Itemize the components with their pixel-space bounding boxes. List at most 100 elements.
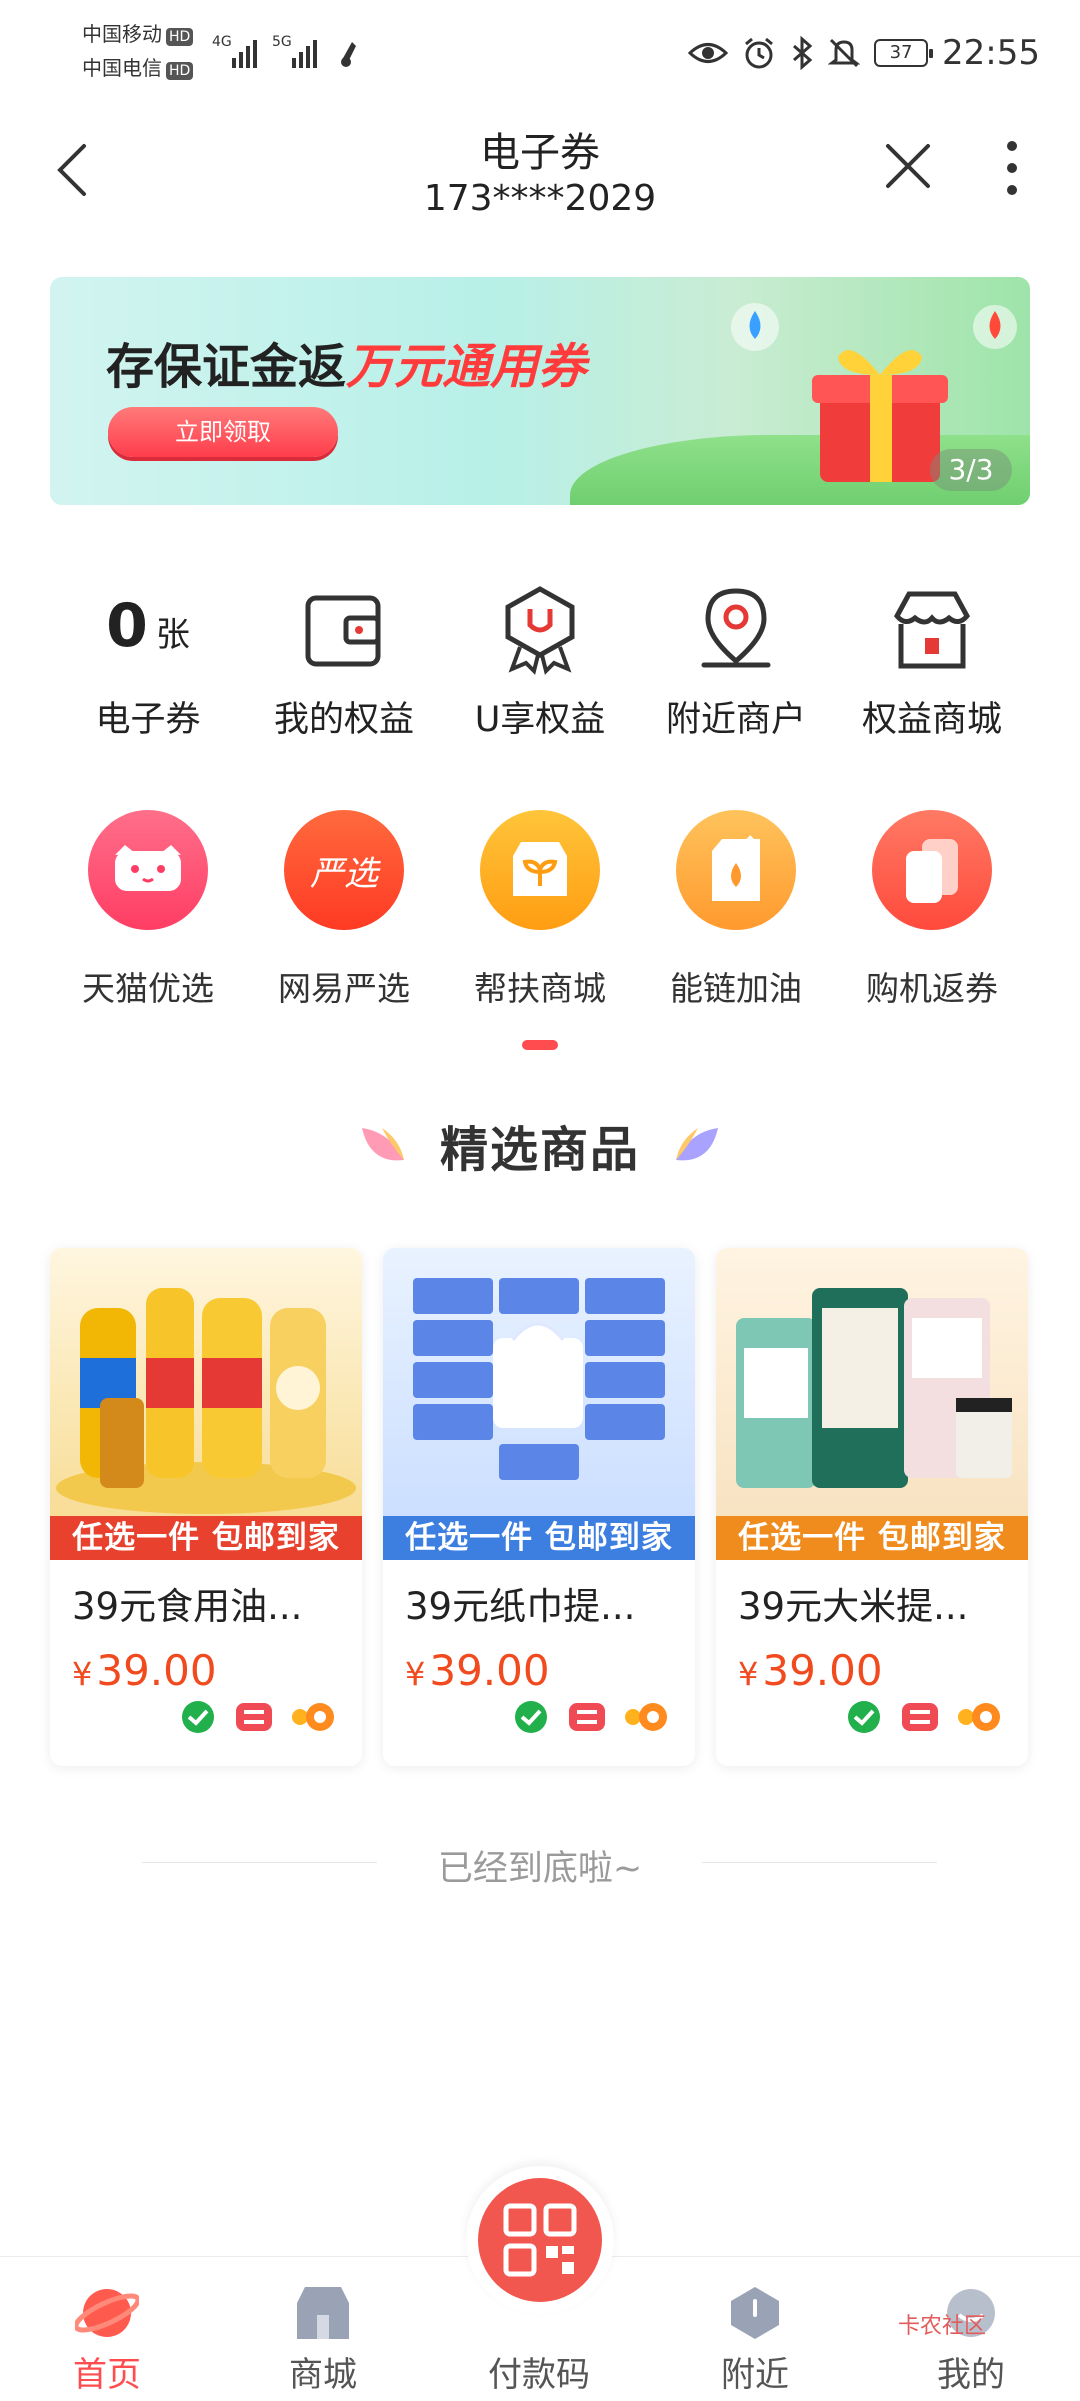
nearby-icon	[731, 2287, 779, 2339]
alarm-icon	[745, 37, 773, 69]
left-leaf-icon	[362, 1128, 404, 1161]
product-image: 任选一件 包邮到家	[383, 1248, 695, 1560]
end-of-list-text: 已经到底啦~	[437, 1849, 643, 1889]
payment-icons	[509, 1700, 669, 1734]
product-image: 任选一件 包邮到家	[716, 1248, 1028, 1560]
points-icon	[958, 1703, 1000, 1731]
droplet-bubble-icon	[731, 303, 779, 351]
flame-bubble-icon	[973, 305, 1017, 349]
quick-label: 我的权益	[273, 700, 414, 740]
signal-icon	[232, 30, 257, 68]
quick-label: 电子券	[95, 700, 201, 740]
product-list: 任选一件 包邮到家 39元食用油... ¥39.00 任选一件 包邮到家 39元…	[50, 1248, 1030, 1766]
fuel-can-icon	[676, 810, 796, 930]
app-label: 帮扶商城	[474, 969, 606, 1008]
close-icon[interactable]	[880, 138, 936, 194]
quick-u-benefits[interactable]: U享权益	[442, 575, 638, 755]
payment-code-button[interactable]	[466, 2166, 614, 2314]
wechat-pay-icon	[515, 1701, 547, 1733]
network-5g-label: 5G	[272, 34, 292, 50]
product-tag: 任选一件 包邮到家	[716, 1516, 1028, 1560]
eye-icon	[688, 43, 729, 63]
product-price: ¥39.00	[72, 1646, 217, 1695]
network-4g-label: 4G	[212, 34, 232, 50]
store-icon	[894, 591, 970, 669]
product-card[interactable]: 任选一件 包邮到家 39元食用油... ¥39.00	[50, 1248, 362, 1766]
quick-entries: 0张 电子券 我的权益 U享权益 附近商户 权益商城	[50, 575, 1030, 755]
banner-page-indicator: 3/3	[930, 449, 1012, 491]
points-icon	[292, 1703, 334, 1731]
product-name: 39元食用油...	[72, 1585, 303, 1628]
app-label: 网易严选	[278, 969, 410, 1008]
wallet-icon	[305, 595, 381, 667]
product-card[interactable]: 任选一件 包邮到家 39元纸巾提... ¥39.00	[383, 1248, 695, 1766]
section-header: 精选商品	[0, 1110, 1080, 1180]
sprout-shop-icon	[480, 810, 600, 930]
app-netease-yanxuan[interactable]: 严选 网易严选	[246, 810, 442, 1020]
wechat-pay-icon	[848, 1701, 880, 1733]
wechat-pay-icon	[182, 1701, 214, 1733]
quick-label: U享权益	[474, 700, 606, 740]
app-tmall[interactable]: 天猫优选	[50, 810, 246, 1020]
more-options-icon[interactable]	[990, 136, 1034, 200]
app-entries: 天猫优选 严选 网易严选 帮扶商城 能链加油 购机返券	[50, 810, 1030, 1020]
quick-nearby-merchants[interactable]: 附近商户	[638, 575, 834, 755]
tmall-cat-icon	[88, 810, 208, 930]
product-price: ¥39.00	[738, 1646, 883, 1695]
product-name: 39元大米提...	[738, 1585, 969, 1628]
qr-code-icon	[503, 2203, 577, 2277]
quick-benefit-mall[interactable]: 权益商城	[834, 575, 1030, 755]
bluetooth-icon	[793, 36, 813, 70]
quick-label: 附近商户	[665, 700, 806, 740]
app-support-mall[interactable]: 帮扶商城	[442, 810, 638, 1020]
app-phone-coupon[interactable]: 购机返券	[834, 810, 1030, 1020]
app-label: 能链加油	[670, 969, 802, 1008]
tab-nearby[interactable]: 附近	[670, 2257, 840, 2401]
notification-icon	[341, 42, 356, 67]
banner-title: 存保证金返万元通用券	[106, 339, 587, 395]
tab-mall[interactable]: 商城	[238, 2257, 408, 2401]
end-of-list: 已经到底啦~	[0, 1840, 1080, 1891]
status-right: 37 22:55	[688, 30, 1040, 76]
coupon-count: 0张	[106, 590, 190, 661]
mute-icon	[828, 38, 861, 68]
product-card[interactable]: 任选一件 包邮到家 39元大米提... ¥39.00	[716, 1248, 1028, 1766]
banner-claim-button[interactable]: 立即领取	[108, 407, 338, 457]
location-pin-icon	[701, 588, 771, 668]
right-leaf-icon	[676, 1128, 718, 1161]
carrier-1: 中国移动 HD	[82, 22, 194, 46]
page-indicator	[522, 1040, 558, 1050]
status-bar: 中国移动 HD 中国电信 HD 4G 5G 37 22:55	[0, 0, 1080, 110]
app-fuel[interactable]: 能链加油	[638, 810, 834, 1020]
header: 电子券 173****2029	[0, 110, 1080, 240]
product-name: 39元纸巾提...	[405, 1585, 636, 1628]
u-badge-icon	[505, 586, 575, 675]
unionpay-icon	[236, 1703, 272, 1731]
tab-home[interactable]: 首页	[22, 2257, 192, 2401]
signal-icon-2	[292, 30, 317, 68]
clock: 22:55	[942, 33, 1040, 73]
netease-yanxuan-icon: 严选	[284, 810, 404, 930]
planet-home-icon	[75, 2289, 139, 2337]
product-tag: 任选一件 包邮到家	[50, 1516, 362, 1560]
payment-icons	[842, 1700, 1002, 1734]
store-icon	[297, 2287, 349, 2339]
quick-my-benefits[interactable]: 我的权益	[246, 575, 442, 755]
promo-banner[interactable]: 存保证金返万元通用券 立即领取 3/3	[50, 277, 1030, 505]
product-tag: 任选一件 包邮到家	[383, 1516, 695, 1560]
carrier-2: 中国电信 HD	[82, 56, 194, 80]
app-label: 天猫优选	[82, 969, 214, 1008]
unionpay-icon	[569, 1703, 605, 1731]
section-title: 精选商品	[439, 1122, 640, 1178]
points-icon	[625, 1703, 667, 1731]
app-label: 购机返券	[866, 969, 998, 1008]
phone-coupon-icon	[872, 810, 992, 930]
product-image: 任选一件 包邮到家	[50, 1248, 362, 1560]
watermark-logo: 卡农社区	[898, 2314, 987, 2339]
battery-icon: 37	[874, 39, 934, 67]
product-price: ¥39.00	[405, 1646, 550, 1695]
payment-icons	[176, 1700, 336, 1734]
unionpay-icon	[902, 1703, 938, 1731]
quick-label: 权益商城	[861, 700, 1002, 740]
quick-coupons[interactable]: 0张 电子券	[50, 575, 246, 755]
